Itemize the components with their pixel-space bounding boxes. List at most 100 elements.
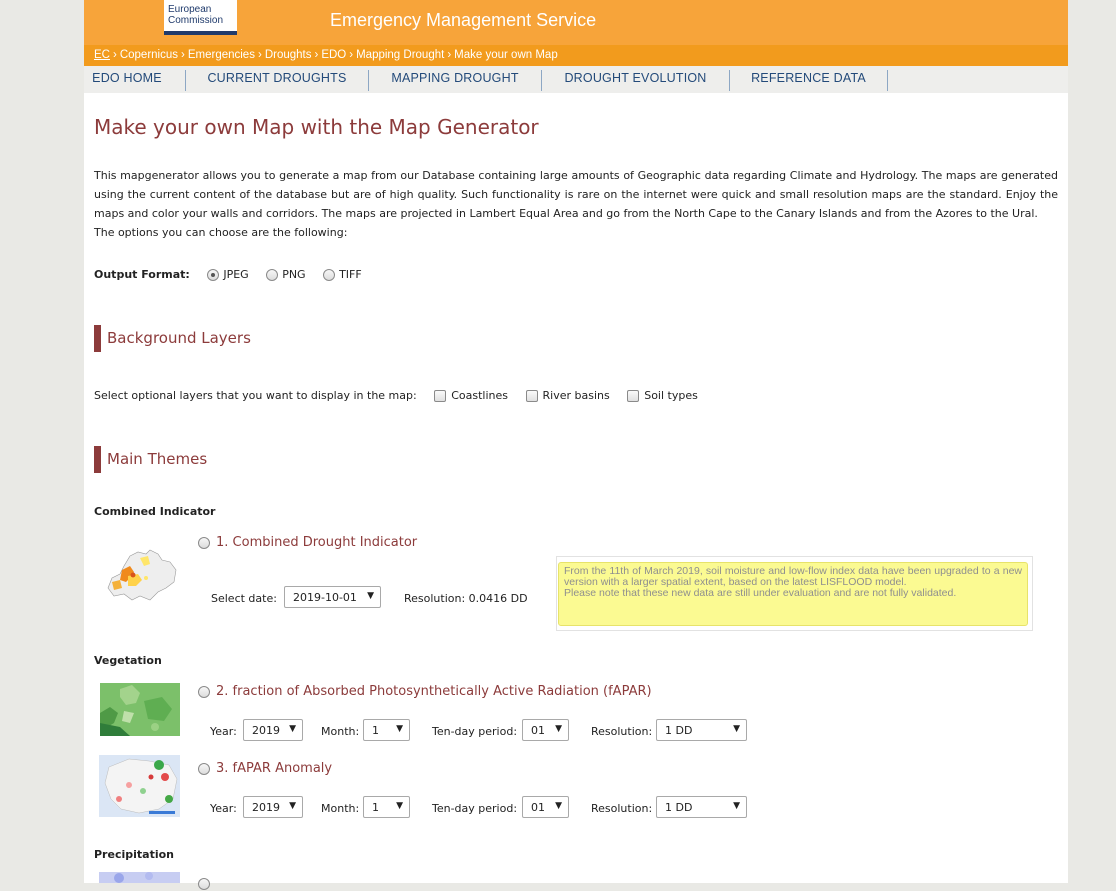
- breadcrumb-mapping-drought[interactable]: Mapping Drought: [356, 49, 444, 61]
- chevron-down-icon: ▼: [396, 724, 403, 734]
- breadcrumb-ec[interactable]: EC: [94, 49, 110, 61]
- format-jpeg-label: JPEG: [223, 268, 249, 281]
- precipitation-map-thumbnail: [99, 872, 180, 883]
- layer-option-coastlines[interactable]: Coastlines: [434, 389, 508, 402]
- fapar-year-value: 2019: [252, 724, 280, 737]
- breadcrumb-copernicus[interactable]: Copernicus: [120, 49, 178, 61]
- precipitation-group-label: Precipitation: [94, 848, 174, 861]
- breadcrumb-current: Make your own Map: [454, 49, 558, 61]
- nav-current-droughts[interactable]: CURRENT DROUGHTS: [186, 66, 368, 93]
- resolution-label: Resolution:: [591, 802, 653, 815]
- resolution-label: Resolution:: [591, 725, 653, 738]
- chevron-down-icon: ▼: [289, 801, 296, 811]
- theme-2-title: 2. fraction of Absorbed Photosynthetical…: [216, 684, 652, 699]
- intro-text: This mapgenerator allows you to generate…: [94, 166, 1058, 242]
- anomaly-period-value: 01: [531, 801, 545, 814]
- coastlines-checkbox[interactable]: [434, 390, 447, 402]
- european-commission-logo[interactable]: European Commission: [164, 0, 237, 35]
- anomaly-resolution-value: 1 DD: [665, 801, 693, 814]
- logo-text-line1: European: [168, 4, 212, 15]
- logo-bar: [164, 31, 237, 35]
- fapar-period-select[interactable]: 01 ▼: [522, 719, 569, 741]
- theme-3-title: 3. fAPAR Anomaly: [216, 761, 333, 776]
- breadcrumb-edo[interactable]: EDO: [321, 49, 346, 61]
- main-nav: EDO HOME CURRENT DROUGHTS MAPPING DROUGH…: [84, 66, 1068, 93]
- nav-separator: [887, 70, 888, 91]
- chevron-down-icon: ▼: [555, 801, 562, 811]
- format-png-radio[interactable]: [266, 269, 279, 281]
- year-label: Year:: [210, 802, 237, 815]
- nav-drought-evolution[interactable]: DROUGHT EVOLUTION: [542, 66, 729, 93]
- theme-1-title: 1. Combined Drought Indicator: [216, 535, 418, 550]
- date-select[interactable]: 2019-10-01 ▼: [284, 586, 381, 608]
- format-tiff-radio[interactable]: [323, 269, 336, 281]
- format-option-jpeg[interactable]: JPEG: [207, 268, 249, 281]
- notice-paragraph-1: From the 11th of March 2019, soil moistu…: [564, 565, 1022, 588]
- date-select-value: 2019-10-01: [293, 591, 357, 604]
- fapar-resolution-value: 1 DD: [665, 724, 693, 737]
- theme-precipitation-partial[interactable]: [198, 876, 216, 891]
- theme-1-radio[interactable]: [198, 536, 210, 549]
- fapar-map-thumbnail: [100, 683, 180, 736]
- chevron-down-icon: ▼: [289, 724, 296, 734]
- theme-fapar[interactable]: 2. fraction of Absorbed Photosynthetical…: [198, 684, 652, 699]
- anomaly-month-select[interactable]: 1 ▼: [363, 796, 410, 818]
- breadcrumb: EC › Copernicus › Emergencies › Droughts › EDO › M…: [84, 45, 1068, 66]
- combined-indicator-group-label: Combined Indicator: [94, 505, 216, 518]
- river-basins-label: River basins: [542, 389, 610, 402]
- breadcrumb-emergencies[interactable]: Emergencies: [188, 49, 255, 61]
- theme-2-radio[interactable]: [198, 685, 210, 698]
- anomaly-month-value: 1: [372, 801, 379, 814]
- chevron-down-icon: ▼: [733, 801, 740, 811]
- main-themes-title: Main Themes: [107, 450, 208, 468]
- soil-types-label: Soil types: [644, 389, 698, 402]
- output-format-row: Output Format: JPEG PNG TIFF: [94, 268, 362, 281]
- fapar-year-select[interactable]: 2019 ▼: [243, 719, 303, 741]
- data-update-notice: From the 11th of March 2019, soil moistu…: [558, 562, 1028, 626]
- layers-prompt: Select optional layers that you want to …: [94, 389, 417, 402]
- anomaly-year-value: 2019: [252, 801, 280, 814]
- fapar-period-value: 01: [531, 724, 545, 737]
- background-layers-title: Background Layers: [107, 329, 251, 347]
- month-label: Month:: [321, 802, 360, 815]
- chevron-down-icon: ▼: [396, 801, 403, 811]
- theme-fapar-anomaly[interactable]: 3. fAPAR Anomaly: [198, 761, 332, 776]
- layer-option-soil-types[interactable]: Soil types: [627, 389, 698, 402]
- notice-container: From the 11th of March 2019, soil moistu…: [556, 556, 1033, 631]
- layers-row: Select optional layers that you want to …: [94, 389, 698, 402]
- format-png-label: PNG: [282, 268, 306, 281]
- select-date-label: Select date:: [211, 592, 277, 605]
- fapar-month-select[interactable]: 1 ▼: [363, 719, 410, 741]
- intro-options-line: The options you can choose are the follo…: [94, 226, 348, 239]
- chevron-down-icon: ▼: [367, 591, 374, 601]
- soil-types-checkbox[interactable]: [627, 390, 640, 402]
- nav-edo-home[interactable]: EDO HOME: [84, 66, 170, 93]
- layer-option-river-basins[interactable]: River basins: [525, 389, 610, 402]
- heading-bar: [94, 446, 101, 473]
- chevron-down-icon: ▼: [555, 724, 562, 734]
- resolution-text: Resolution: 0.0416 DD: [404, 592, 528, 605]
- page: European Commission Emergency Management…: [84, 0, 1068, 890]
- period-label: Ten-day period:: [432, 725, 518, 738]
- river-basins-checkbox[interactable]: [525, 390, 538, 402]
- nav-reference-data[interactable]: REFERENCE DATA: [730, 66, 887, 93]
- nav-mapping-drought[interactable]: MAPPING DROUGHT: [369, 66, 541, 93]
- anomaly-period-select[interactable]: 01 ▼: [522, 796, 569, 818]
- theme-combined-drought-indicator[interactable]: 1. Combined Drought Indicator: [198, 535, 417, 550]
- format-jpeg-radio[interactable]: [207, 269, 220, 281]
- fapar-resolution-select[interactable]: 1 DD ▼: [656, 719, 747, 741]
- month-label: Month:: [321, 725, 360, 738]
- vegetation-group-label: Vegetation: [94, 654, 162, 667]
- year-label: Year:: [210, 725, 237, 738]
- fapar-anomaly-map-thumbnail: [99, 755, 180, 817]
- anomaly-resolution-select[interactable]: 1 DD ▼: [656, 796, 747, 818]
- breadcrumb-droughts[interactable]: Droughts: [265, 49, 312, 61]
- combined-drought-map-thumbnail: [100, 548, 180, 606]
- format-option-png[interactable]: PNG: [266, 268, 306, 281]
- theme-3-radio[interactable]: [198, 762, 210, 775]
- theme-4-radio[interactable]: [198, 877, 210, 890]
- format-option-tiff[interactable]: TIFF: [323, 268, 362, 281]
- period-label: Ten-day period:: [432, 802, 518, 815]
- anomaly-year-select[interactable]: 2019 ▼: [243, 796, 303, 818]
- coastlines-label: Coastlines: [451, 389, 508, 402]
